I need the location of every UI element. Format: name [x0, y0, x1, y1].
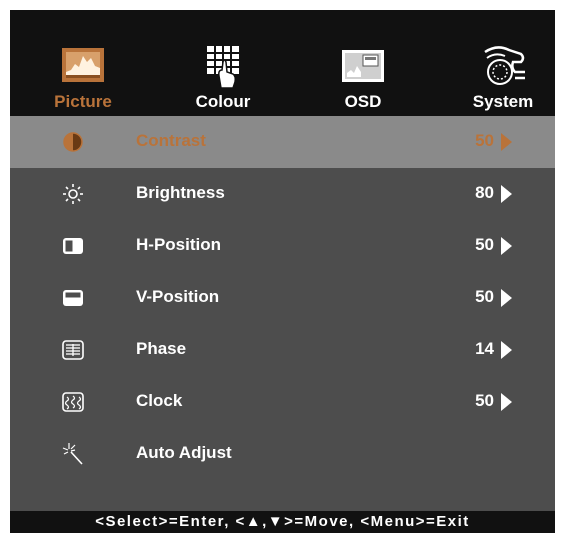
contrast-icon — [63, 132, 83, 152]
item-label: Auto Adjust — [136, 443, 232, 462]
brightness-sun-icon — [63, 184, 83, 204]
menu-item-h-position[interactable]: H-Position 50 — [10, 220, 555, 272]
item-value: 50 — [475, 131, 494, 150]
item-label: Contrast — [136, 131, 206, 150]
arrow-right-icon[interactable] — [501, 133, 512, 151]
menu-item-brightness[interactable]: Brightness 80 — [10, 168, 555, 220]
tab-label: Colour — [195, 92, 251, 111]
tab-osd[interactable]: OSD — [310, 10, 416, 116]
h-position-icon — [63, 238, 83, 254]
menu-item-auto-adjust[interactable]: Auto Adjust — [10, 428, 555, 480]
tab-picture[interactable]: Picture — [30, 10, 136, 116]
tab-label: Picture — [54, 92, 112, 111]
item-label: H-Position — [136, 235, 221, 254]
item-label: Clock — [136, 391, 183, 410]
item-value: 80 — [475, 183, 494, 202]
menu-item-clock[interactable]: Clock 50 — [10, 376, 555, 428]
key-hint-footer: <Select>=Enter, <▲,▼>=Move, <Menu>=Exit — [10, 511, 555, 533]
menu-item-phase[interactable]: Phase 14 — [10, 324, 555, 376]
menu-item-v-position[interactable]: V-Position 50 — [10, 272, 555, 324]
item-value: 50 — [475, 235, 494, 254]
tab-label: System — [472, 92, 534, 111]
colour-grid-icon — [207, 46, 239, 89]
settings-list: Contrast 50 Brightness 80 H-Position 50 … — [10, 116, 555, 511]
arrow-right-icon[interactable] — [501, 341, 512, 359]
arrow-right-icon[interactable] — [501, 289, 512, 307]
item-label: Brightness — [136, 183, 225, 202]
system-hand-icon — [484, 46, 525, 85]
item-label: V-Position — [136, 287, 220, 306]
auto-adjust-wand-icon — [62, 443, 83, 465]
v-position-icon — [63, 290, 83, 306]
osd-screen-icon — [342, 50, 384, 82]
item-value: 50 — [475, 391, 494, 410]
item-label: Phase — [136, 339, 187, 358]
picture-icon — [62, 48, 104, 82]
arrow-right-icon[interactable] — [501, 237, 512, 255]
tab-system[interactable]: System — [450, 10, 556, 116]
arrow-right-icon[interactable] — [501, 185, 512, 203]
tab-colour[interactable]: Colour — [170, 10, 276, 116]
arrow-right-icon[interactable] — [501, 393, 512, 411]
osd-menu: Picture Colour OSD System Contrast 50 Br… — [10, 10, 555, 533]
item-value: 14 — [475, 339, 494, 358]
phase-icon — [62, 340, 84, 360]
tab-label: OSD — [344, 92, 382, 111]
menu-item-contrast[interactable]: Contrast 50 — [10, 116, 555, 168]
tab-bar: Picture Colour OSD System — [10, 10, 555, 116]
item-value: 50 — [475, 287, 494, 306]
clock-icon — [62, 392, 84, 412]
